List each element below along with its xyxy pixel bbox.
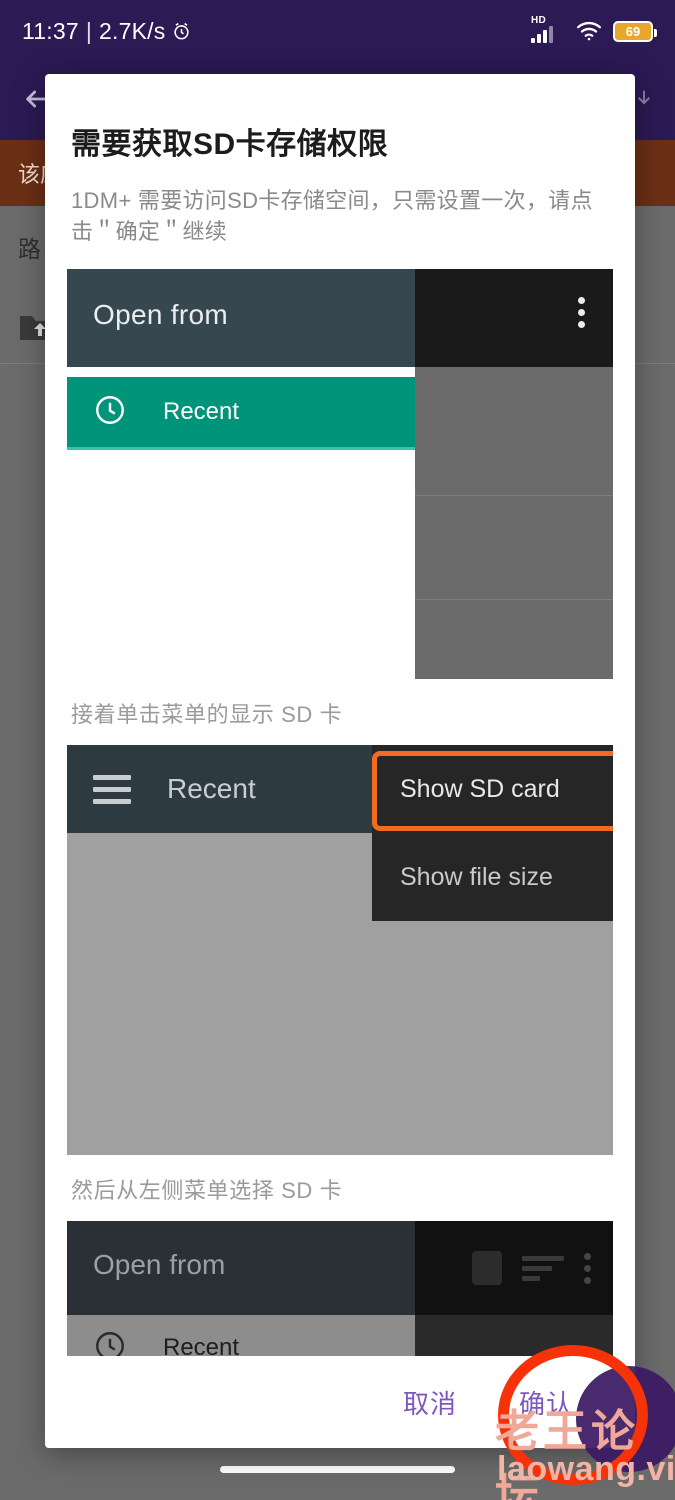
status-bar: 11:37 | 2.7K/s HD 69	[0, 0, 675, 62]
alarm-clock-icon	[172, 22, 191, 41]
shot1-gap	[67, 367, 459, 378]
shot3-appbar-title: Open from	[93, 1249, 226, 1281]
shot1-dark-overlay	[415, 269, 613, 368]
shot-drawer-select-sd: Open from Recent	[67, 1221, 613, 1356]
wifi-icon	[576, 21, 602, 41]
hd-label: HD	[531, 15, 547, 26]
step3-caption: 然后从左侧菜单选择 SD 卡	[71, 1178, 343, 1204]
status-bar-network-speed: 2.7K/s	[99, 17, 166, 44]
cancel-button[interactable]: 取消	[403, 1384, 457, 1421]
status-bar-right: HD 69	[531, 15, 657, 44]
status-bar-separator: |	[85, 17, 93, 44]
shot1-appbar: Open from	[67, 269, 459, 368]
sd-permission-dialog: 需要获取SD卡存储权限 1DM+ 需要访问SD卡存储空间，只需设置一次，请点击＂…	[45, 74, 635, 1448]
signal-bars-icon: HD	[531, 15, 565, 44]
download-arrow-icon[interactable]	[633, 86, 655, 117]
shot3-recent-item[interactable]: Recent	[67, 1315, 459, 1356]
shot-open-from-recent: Open from Recent	[67, 269, 613, 680]
menu-item-show-file-size[interactable]: Show file size	[372, 833, 613, 921]
dialog-title: 需要获取SD卡存储权限	[71, 128, 389, 161]
clock-icon	[93, 1329, 127, 1356]
step2-caption: 接着单击菜单的显示 SD 卡	[71, 702, 343, 728]
shot1-recent-label: Recent	[163, 398, 240, 426]
clock-icon	[93, 393, 127, 432]
shot2-appbar-title: Recent	[167, 773, 256, 805]
battery-icon: 69	[613, 20, 657, 42]
app-path-label: 路	[18, 236, 41, 262]
signal-bars	[531, 26, 553, 43]
shot3-button-glyph	[472, 1251, 502, 1286]
battery-level: 69	[625, 23, 641, 39]
shot2-overflow-menu: Show SD card Show file size	[372, 745, 613, 922]
overflow-menu-icon[interactable]	[578, 297, 585, 329]
shot1-recent-item[interactable]: Recent	[67, 377, 459, 448]
status-bar-clock: 11:37	[22, 17, 79, 44]
status-bar-left: 11:37 | 2.7K/s	[22, 18, 191, 45]
shot3-appbar: Open from	[67, 1221, 459, 1316]
shot1-file-area	[67, 450, 459, 680]
shot1-gray-panel	[415, 367, 613, 680]
overflow-menu-icon[interactable]	[584, 1252, 591, 1284]
shot3-dark-toolbar	[415, 1221, 613, 1316]
dialog-steps-scroll[interactable]: Open from Recent 接着单击菜单的显示 SD 卡 Recent S…	[45, 269, 635, 1356]
menu-item-show-sd-card[interactable]: Show SD card	[372, 745, 613, 833]
home-gesture-pill[interactable]	[220, 1465, 455, 1473]
shot3-recent-label: Recent	[163, 1334, 240, 1356]
dialog-subtitle: 1DM+ 需要访问SD卡存储空间，只需设置一次，请点击＂确定＂继续	[71, 188, 593, 245]
watermark-url-text: laowang.vip	[497, 1450, 675, 1488]
hamburger-menu-icon[interactable]	[93, 774, 131, 804]
sort-list-icon[interactable]	[522, 1255, 564, 1281]
shot1-appbar-title: Open from	[93, 299, 228, 331]
shot-menu-show-sd-card: Recent Show SD card Show file size	[67, 745, 613, 1156]
